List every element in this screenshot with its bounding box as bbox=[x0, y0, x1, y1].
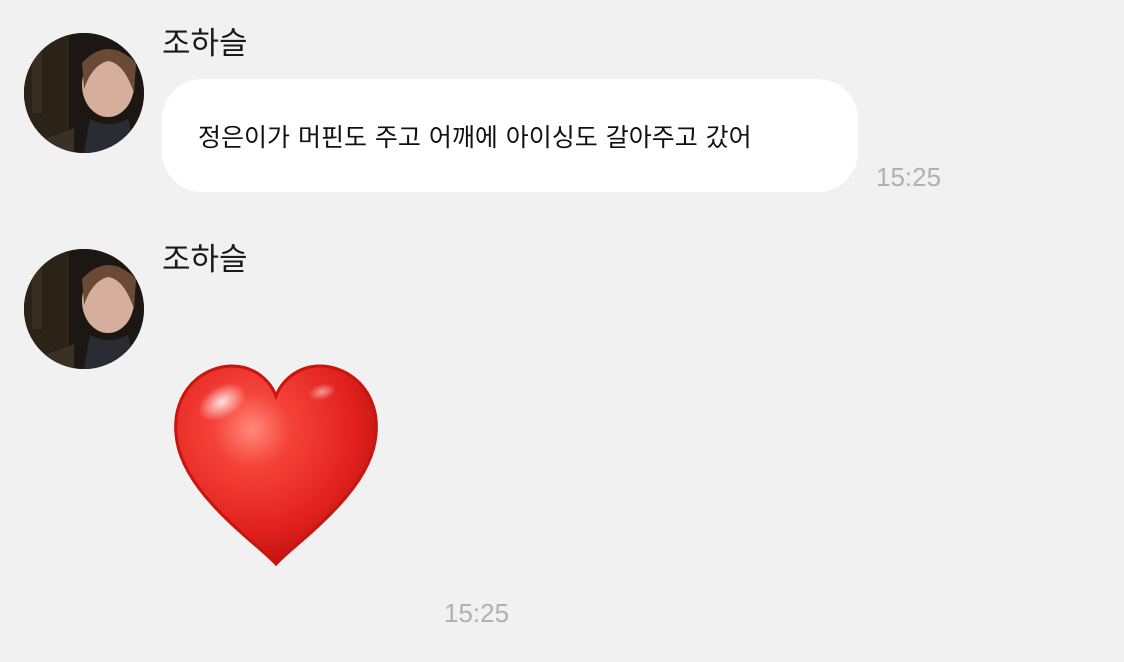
sender-name: 조하슬 bbox=[162, 242, 248, 278]
message-timestamp: 15:25 bbox=[444, 598, 510, 628]
sender-name: 조하슬 bbox=[162, 26, 248, 62]
sender-avatar[interactable] bbox=[24, 33, 144, 153]
message-text: 정은이가 머핀도 주고 어깨에 아이싱도 갈아주고 갔어 bbox=[198, 122, 752, 152]
sender-avatar[interactable] bbox=[24, 249, 144, 369]
message-bubble[interactable]: 정은이가 머핀도 주고 어깨에 아이싱도 갈아주고 갔어 bbox=[162, 79, 858, 192]
heart-emoji-icon[interactable] bbox=[172, 362, 380, 570]
message-timestamp: 15:25 bbox=[876, 162, 942, 192]
